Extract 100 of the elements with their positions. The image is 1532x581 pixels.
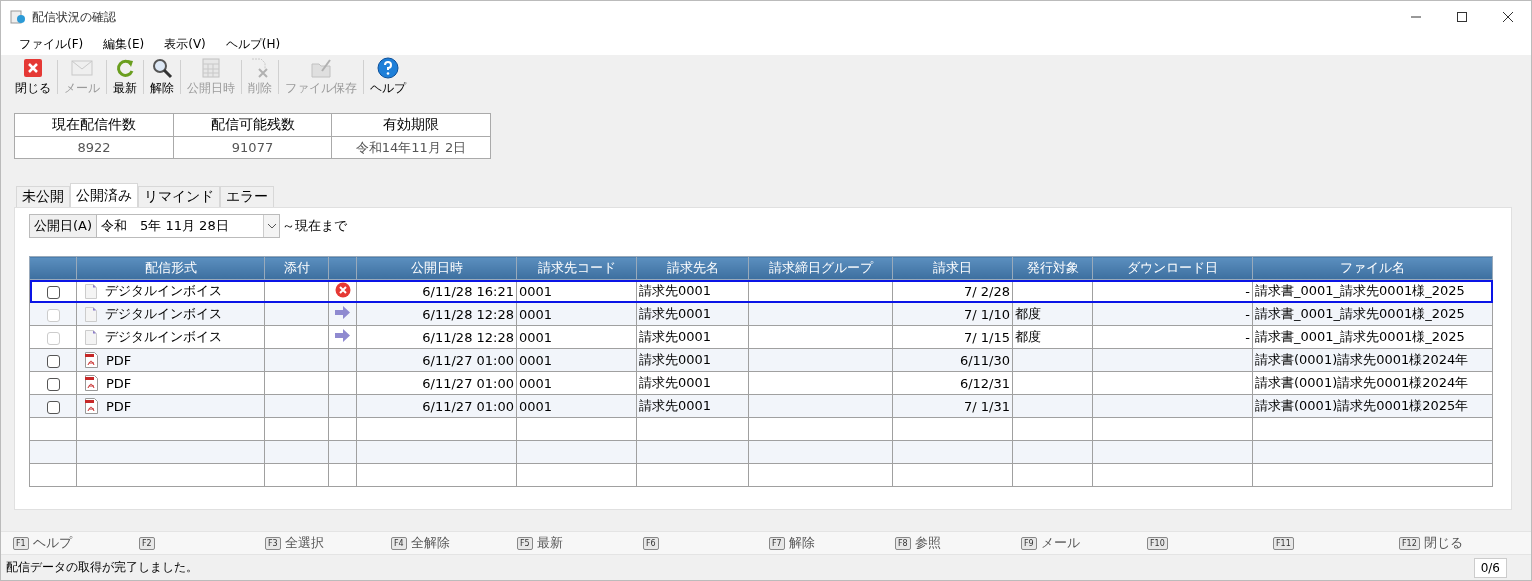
column-header: 添付 [264,256,329,280]
tab[interactable]: エラー [220,186,274,207]
column-header: 配信可能残数 [174,114,332,137]
help-icon [377,57,399,79]
menu-item[interactable]: 編集(E) [93,35,155,53]
dropdown-button[interactable] [263,215,280,237]
table-cell: 請求先0001 [639,398,712,413]
tab[interactable]: リマインド [138,186,220,207]
table-cell: - [1245,283,1250,299]
table-cell: 7/ 1/15 [964,329,1010,345]
table-cell: デジタルインボイス [105,328,222,346]
app-icon [10,9,26,25]
menu-item[interactable]: 表示(V) [154,35,216,53]
table-cell: 0001 [519,375,553,391]
toolbar-button[interactable]: ヘルプ [366,57,410,97]
filter-suffix: ～現在まで [282,217,348,235]
table-cell: 0001 [519,352,553,368]
table-cell: 7/ 2/28 [964,283,1010,299]
delete-icon [249,57,271,79]
column-header: ファイル名 [1252,256,1493,280]
table-cell: 6/11/28 12:28 [422,329,514,345]
table-cell: 請求書_0001_請求先0001様_2025 [1255,306,1465,321]
menu-item[interactable]: ファイル(F) [9,35,94,53]
function-key-button[interactable]: F9 メール [1021,534,1147,552]
refresh-icon [114,57,136,79]
column-header: 請求先コード [516,256,637,280]
function-key-button[interactable]: F7 解除 [769,534,895,552]
toolbar-button[interactable]: 最新 [109,57,141,97]
row-checkbox[interactable] [46,400,60,414]
summary-value: 91077 [174,137,332,158]
table-cell: 請求先0001 [639,375,712,390]
table-cell: 0001 [519,329,553,345]
summary-value: 8922 [15,137,174,158]
menu-item[interactable]: ヘルプ(H) [215,35,291,53]
table-row[interactable]: PDF 6/11/27 01:00 0001 請求先0001 7/ 1/31 請求書(0001)請求先0001様2025年 [29,394,1493,418]
table-row[interactable]: PDF 6/11/27 01:00 0001 請求先0001 6/11/30 請求書(0001)請求先0001様2024年 [29,348,1493,372]
table-cell: デジタルインボイス [105,305,222,323]
function-key-button[interactable]: F11 [1273,536,1399,550]
table-row[interactable]: PDF 6/11/27 01:00 0001 請求先0001 6/12/31 請求書(0001)請求先0001様2024年 [29,371,1493,395]
date-field[interactable]: 令和 5年 11月 28日 [97,214,281,238]
envelope-icon [71,57,93,79]
table-cell: 0001 [519,398,553,414]
table-cell: - [1245,329,1250,345]
table-cell: 請求書_0001_請求先0001様_2025 [1255,329,1465,344]
table-cell: 6/11/27 01:00 [422,352,514,368]
table-cell: 請求先0001 [639,329,712,344]
search-icon [151,57,173,79]
table-cell: 6/11/27 01:00 [422,375,514,391]
table-cell: PDF [106,352,132,368]
table-cell: 請求先0001 [639,352,712,367]
function-key-button[interactable]: F1 ヘルプ [13,534,139,552]
table-cell: 都度 [1015,329,1041,344]
tab[interactable]: 公開済み [70,183,138,207]
maximize-icon [1457,12,1467,22]
record-count: 0/6 [1473,557,1507,578]
column-header: 発行対象 [1012,256,1093,280]
function-key-button[interactable]: F6 [643,536,769,550]
table-cell: 6/11/28 12:28 [422,306,514,322]
window-title: 配信状況の確認 [32,8,117,26]
table-cell: 0001 [519,283,553,299]
table-cell: 請求書(0001)請求先0001様2024年 [1255,352,1469,367]
function-key-button[interactable]: F8 参照 [895,534,1021,552]
column-header: 配信形式 [76,256,265,280]
calendar-icon [200,57,222,79]
table-cell: 7/ 1/31 [964,398,1010,414]
table-cell: 請求書(0001)請求先0001様2025年 [1255,398,1469,413]
function-key-button[interactable]: F2 [139,536,265,550]
table-cell: PDF [106,375,132,391]
toolbar-button[interactable]: 解除 [146,57,178,97]
row-checkbox[interactable] [46,354,60,368]
column-header: 公開日時 [356,256,517,280]
table-cell: 都度 [1015,306,1041,321]
function-key-button[interactable]: F10 [1147,536,1273,550]
function-key-button[interactable]: F12 閉じる [1399,534,1525,552]
table-cell: 6/12/31 [959,375,1010,391]
column-header: 有効期限 [332,114,491,137]
filter-label: 公開日(A) [29,214,98,238]
chevron-down-icon [267,223,276,229]
table-cell: 請求先0001 [639,306,712,321]
table-cell: 0001 [519,306,553,322]
function-key-button[interactable]: F5 最新 [517,534,643,552]
function-key-button[interactable]: F4 全解除 [391,534,517,552]
column-header: 請求日 [892,256,1013,280]
column-header: 請求先名 [636,256,749,280]
close-icon [22,57,44,79]
status-message: 配信データの取得が完了しました。 [6,559,198,576]
row-checkbox[interactable] [46,377,60,391]
row-checkbox[interactable] [46,285,60,299]
table-cell: デジタルインボイス [105,282,222,300]
table-cell: PDF [106,398,132,414]
summary-value: 令和14年11月 2日 [332,137,491,158]
toolbar-button[interactable]: 閉じる [11,57,55,97]
table-row[interactable]: デジタルインボイス 6/11/28 16:21 0001 請求先0001 7/ 2/28 - 請求書_0001_請求先0001様_2025 [29,279,1493,303]
tab[interactable]: 未公開 [16,186,70,207]
table-cell: 請求書(0001)請求先0001様2024年 [1255,375,1469,390]
column-header: 現在配信件数 [15,114,174,137]
table-cell: 7/ 1/10 [964,306,1010,322]
function-key-button[interactable]: F3 全選択 [265,534,391,552]
table-cell: 6/11/27 01:00 [422,398,514,414]
close-icon [1503,12,1513,22]
